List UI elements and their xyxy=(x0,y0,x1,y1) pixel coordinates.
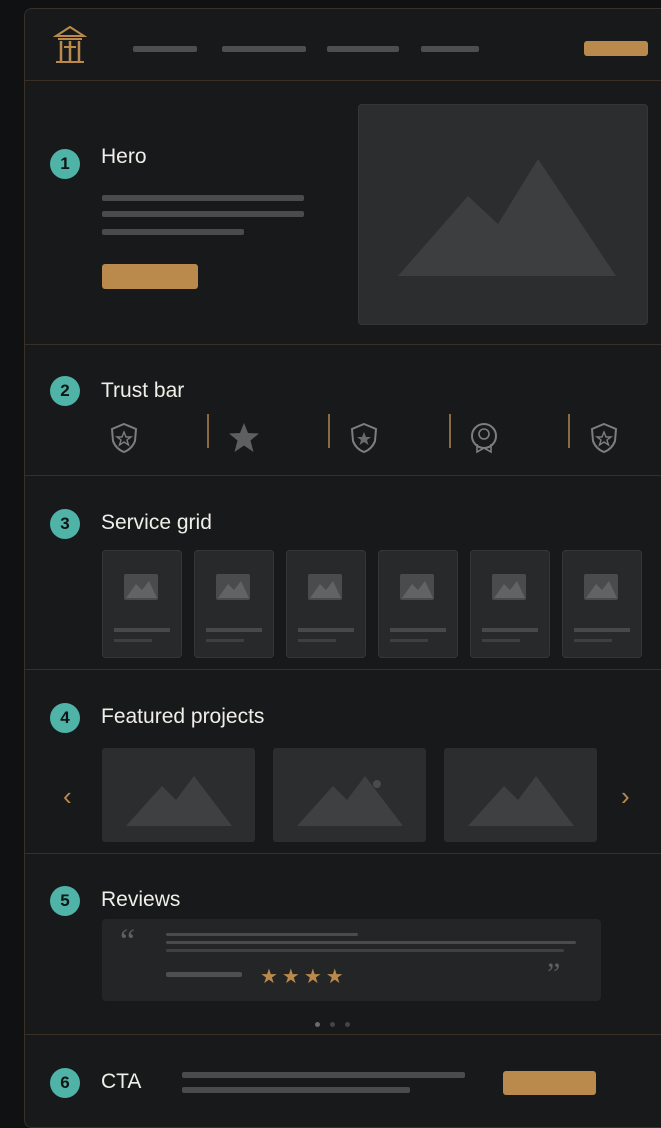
section-badge-2: 2 xyxy=(50,376,80,406)
shield-star-icon xyxy=(590,422,618,454)
section-title-service-grid: Service grid xyxy=(101,511,212,534)
image-icon xyxy=(492,574,526,600)
image-icon xyxy=(124,574,158,600)
trust-bar-section: 2 Trust bar xyxy=(25,345,661,476)
section-title-trust-bar: Trust bar xyxy=(101,379,185,402)
header-nav xyxy=(25,9,661,81)
cta-button[interactable] xyxy=(503,1071,596,1095)
hero-text-line xyxy=(102,195,304,201)
service-card[interactable] xyxy=(470,550,550,658)
nav-item-3[interactable] xyxy=(327,46,399,52)
project-card[interactable] xyxy=(102,748,255,842)
hero-image-placeholder xyxy=(358,104,648,325)
review-text-line xyxy=(166,941,576,944)
trust-divider xyxy=(207,414,209,448)
carousel-dot[interactable] xyxy=(345,1022,350,1027)
mountain-image-icon xyxy=(126,776,232,826)
section-title-cta: CTA xyxy=(101,1070,142,1093)
hero-cta-button[interactable] xyxy=(102,264,198,289)
service-card[interactable] xyxy=(194,550,274,658)
service-card[interactable] xyxy=(286,550,366,658)
hero-section: 1 Hero xyxy=(25,81,661,345)
mountain-image-icon xyxy=(468,776,574,826)
section-title-reviews: Reviews xyxy=(101,888,181,911)
cta-text-line xyxy=(182,1087,410,1093)
section-badge-3: 3 xyxy=(50,509,80,539)
image-icon xyxy=(584,574,618,600)
service-card[interactable] xyxy=(378,550,458,658)
hero-text-line xyxy=(102,211,304,217)
trust-divider xyxy=(449,414,451,448)
image-icon xyxy=(308,574,342,600)
reviewer-name-line xyxy=(166,972,242,977)
nav-item-2[interactable] xyxy=(222,46,306,52)
page-wireframe: 1 Hero 2 Trust bar 3 Service grid 4 Feat… xyxy=(24,8,661,1128)
service-card[interactable] xyxy=(102,550,182,658)
mountain-image-icon xyxy=(297,776,403,826)
shield-star-icon xyxy=(350,422,378,454)
carousel-next-arrow[interactable]: › xyxy=(621,781,630,812)
close-quote-icon: ” xyxy=(547,957,561,990)
hero-text-line xyxy=(102,229,244,235)
carousel-prev-arrow[interactable]: ‹ xyxy=(63,781,72,812)
trust-divider xyxy=(328,414,330,448)
image-icon xyxy=(400,574,434,600)
nav-item-1[interactable] xyxy=(133,46,197,52)
carousel-dot[interactable] xyxy=(330,1022,335,1027)
shield-star-icon xyxy=(110,422,138,454)
star-icon xyxy=(229,423,259,452)
temple-logo-icon[interactable] xyxy=(53,25,87,65)
trust-divider xyxy=(568,414,570,448)
project-card[interactable] xyxy=(444,748,597,842)
section-title-featured-projects: Featured projects xyxy=(101,705,265,728)
review-card[interactable]: “ ★★★★ ” xyxy=(102,919,601,1001)
nav-item-4[interactable] xyxy=(421,46,479,52)
service-card[interactable] xyxy=(562,550,642,658)
image-icon xyxy=(216,574,250,600)
award-badge-icon xyxy=(471,423,497,454)
review-text-line xyxy=(166,949,564,952)
star-rating: ★★★★ xyxy=(260,964,348,988)
section-badge-4: 4 xyxy=(50,703,80,733)
section-badge-6: 6 xyxy=(50,1068,80,1098)
section-badge-5: 5 xyxy=(50,886,80,916)
review-text-line xyxy=(166,933,358,936)
project-card[interactable] xyxy=(273,748,426,842)
mountain-image-icon xyxy=(398,159,616,276)
carousel-dot-active[interactable] xyxy=(315,1022,320,1027)
cta-section: 6 CTA xyxy=(25,1035,661,1127)
nav-cta-button[interactable] xyxy=(584,41,648,56)
section-badge-1: 1 xyxy=(50,149,80,179)
section-title-hero: Hero xyxy=(101,145,147,168)
open-quote-icon: “ xyxy=(120,923,136,960)
cta-text-line xyxy=(182,1072,465,1078)
